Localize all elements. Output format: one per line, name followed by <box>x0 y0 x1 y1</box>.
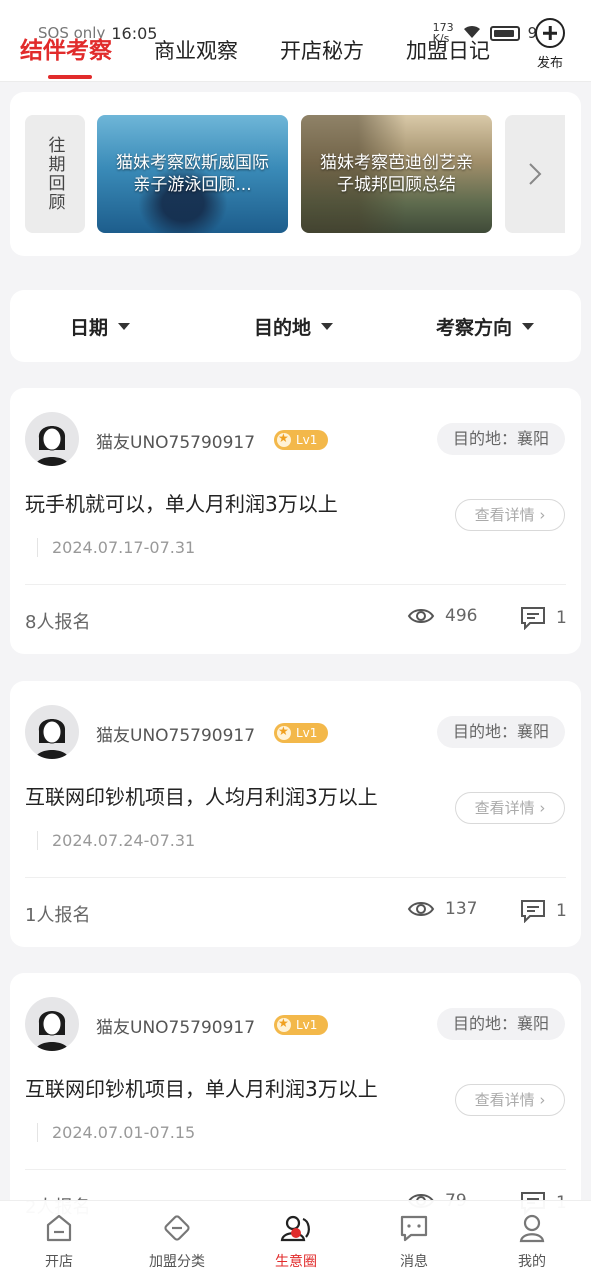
view-details-label: 查看详情 <box>474 799 535 817</box>
level-text: Lv1 <box>296 726 318 740</box>
view-count-value: 496 <box>445 606 478 626</box>
comment-button[interactable]: 1 <box>520 899 567 923</box>
review-item[interactable]: 猫妹考察芭迪创艺亲子城邦回顾总结 <box>301 115 492 233</box>
comment-icon <box>521 607 545 630</box>
chevron-right-icon <box>529 163 542 185</box>
level-badge: Lv1 <box>274 430 328 450</box>
chevron-right-icon: › <box>539 506 546 524</box>
header-tabs: 结伴考察 商业观察 开店秘方 加盟日记 <box>20 28 532 68</box>
review-item-title: 猫妹考察芭迪创艺亲子城邦回顾总结 <box>320 153 473 195</box>
date-range: 2024.07.01-07.15 <box>37 1123 195 1142</box>
view-details-button[interactable]: 查看详情 › <box>455 499 565 531</box>
chevron-right-icon: › <box>539 1091 546 1109</box>
home-icon <box>46 1214 72 1242</box>
star-icon <box>277 1016 291 1032</box>
plus-circle-icon <box>535 18 565 48</box>
nav-item-jiameng-fenlei[interactable]: 加盟分类 <box>132 1211 222 1271</box>
view-details-label: 查看详情 <box>474 1091 535 1109</box>
publish-label: 发布 <box>536 56 563 71</box>
eye-icon <box>407 609 435 623</box>
filter-date[interactable]: 日期 <box>70 290 131 362</box>
caret-down-icon <box>522 322 535 330</box>
caret-down-icon <box>321 322 334 330</box>
chevron-right-icon: › <box>539 799 546 817</box>
nav-label: 开店 <box>45 1254 73 1270</box>
username: 猫友UNO75790917 <box>96 726 256 746</box>
view-details-button[interactable]: 查看详情 › <box>455 1084 565 1116</box>
view-count: 496 <box>407 606 477 626</box>
nav-label: 生意圈 <box>275 1254 317 1270</box>
post-card[interactable]: 猫友UNO75790917 Lv1 目的地：襄阳 玩手机就可以，单人月利润3万以… <box>10 388 581 654</box>
review-item-title: 猫妹考察欧斯威国际亲子游泳回顾... <box>116 153 269 195</box>
signup-count: 8人报名 <box>25 612 91 633</box>
top-bar: SOS only 16:05 173 K/s 90% 结伴考察 商业观察 开店秘… <box>0 0 591 82</box>
tab-jiebankaocha[interactable]: 结伴考察 <box>20 34 112 68</box>
tab-shangyeguancha[interactable]: 商业观察 <box>154 34 238 68</box>
divider <box>25 877 566 878</box>
eye-icon <box>407 902 435 916</box>
level-badge: Lv1 <box>274 723 328 743</box>
post-title: 互联网印钞机项目，人均月利润3万以上 <box>25 785 378 809</box>
past-review-card: 往期回顾 猫妹考察欧斯威国际亲子游泳回顾... 猫妹考察芭迪创艺亲子城邦回顾总结 <box>10 92 581 256</box>
category-icon <box>164 1215 190 1241</box>
comment-count: 1 <box>556 901 567 921</box>
post-title: 互联网印钞机项目，单人月利润3万以上 <box>25 1077 378 1101</box>
tab-kaidianmifang[interactable]: 开店秘方 <box>280 34 364 68</box>
view-details-button[interactable]: 查看详情 › <box>455 792 565 824</box>
filter-date-label: 日期 <box>70 316 109 339</box>
past-review-label: 往期回顾 <box>44 136 65 212</box>
view-count-value: 137 <box>445 899 478 919</box>
divider <box>25 1169 566 1170</box>
level-badge: Lv1 <box>274 1015 328 1035</box>
comment-count: 1 <box>556 608 567 628</box>
review-next-button[interactable] <box>505 115 565 233</box>
signup-count: 1人报名 <box>25 905 91 926</box>
nav-label: 加盟分类 <box>149 1254 205 1270</box>
username: 猫友UNO75790917 <box>96 433 256 453</box>
nav-label: 消息 <box>400 1254 428 1270</box>
nav-item-kaidian[interactable]: 开店 <box>14 1211 104 1271</box>
destination-tag: 目的地：襄阳 <box>436 423 565 455</box>
date-range: 2024.07.24-07.31 <box>37 831 195 850</box>
active-tab-indicator <box>48 75 92 79</box>
caret-down-icon <box>118 322 131 330</box>
nav-item-wode[interactable]: 我的 <box>487 1211 577 1271</box>
level-text: Lv1 <box>296 1018 318 1032</box>
bottom-nav: 开店 加盟分类 生意圈 消息 我的 <box>0 1200 591 1280</box>
tab-jiamengriji[interactable]: 加盟日记 <box>406 34 490 68</box>
publish-button[interactable]: 发布 <box>533 18 567 71</box>
username: 猫友UNO75790917 <box>96 1018 256 1038</box>
filter-destination[interactable]: 目的地 <box>254 290 334 362</box>
star-icon <box>277 724 291 740</box>
nav-item-xiaoxi[interactable]: 消息 <box>369 1211 459 1271</box>
nav-label: 我的 <box>518 1254 546 1270</box>
divider <box>25 584 566 585</box>
avatar[interactable] <box>25 997 79 1051</box>
business-circle-icon <box>280 1215 310 1242</box>
nav-item-shengyiquan[interactable]: 生意圈 <box>251 1211 341 1271</box>
comment-button[interactable]: 1 <box>520 606 567 630</box>
filter-direction-label: 考察方向 <box>436 316 513 339</box>
date-range: 2024.07.17-07.31 <box>37 538 195 557</box>
star-icon <box>277 431 291 447</box>
review-item[interactable]: 猫妹考察欧斯威国际亲子游泳回顾... <box>97 115 288 233</box>
destination-tag: 目的地：襄阳 <box>436 716 565 748</box>
message-icon <box>400 1215 428 1242</box>
filter-direction[interactable]: 考察方向 <box>436 290 535 362</box>
destination-tag: 目的地：襄阳 <box>436 1008 565 1040</box>
avatar[interactable] <box>25 705 79 759</box>
avatar[interactable] <box>25 412 79 466</box>
view-details-label: 查看详情 <box>474 506 535 524</box>
level-text: Lv1 <box>296 433 318 447</box>
comment-icon <box>521 900 545 923</box>
past-review-button[interactable]: 往期回顾 <box>25 115 85 233</box>
view-count: 137 <box>407 899 477 919</box>
filter-bar: 日期 目的地 考察方向 <box>10 290 581 362</box>
post-title: 玩手机就可以，单人月利润3万以上 <box>25 492 338 516</box>
profile-icon <box>519 1214 545 1243</box>
filter-destination-label: 目的地 <box>254 316 312 339</box>
post-card[interactable]: 猫友UNO75790917 Lv1 目的地：襄阳 互联网印钞机项目，人均月利润3… <box>10 681 581 947</box>
